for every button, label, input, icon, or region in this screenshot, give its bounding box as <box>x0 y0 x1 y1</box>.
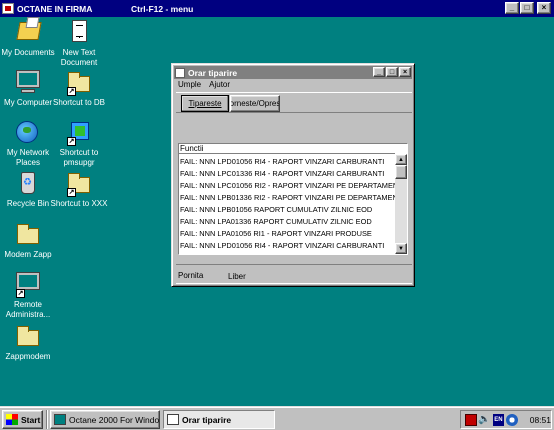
desktop-icon-label: My Network Places <box>6 148 50 167</box>
desktop-icon-new-text-document[interactable]: New Text Document <box>49 20 109 68</box>
list-item[interactable]: FAIL: NNN LPA01336 RAPORT CUMULATIV ZILN… <box>179 216 395 227</box>
orar-tiparire-window: Orar tiparire _ □ × Umple Ajutor Tipares… <box>171 63 415 287</box>
taskbar-button-orar-tiparire[interactable]: Orar tiparire <box>163 410 275 429</box>
desktop-icon-label: Shortcut to pmsupgr <box>59 148 99 167</box>
taskbar-button-label: Octane 2000 For Window... <box>69 414 160 425</box>
status-state: Pornita <box>178 271 204 280</box>
outer-window-titlebar: OCTANE IN FIRMA Ctrl-F12 - menu _ □ × <box>0 0 554 17</box>
dialog-maximize-button[interactable]: □ <box>386 67 398 77</box>
desktop-icon-label: Remote Administra... <box>5 300 51 319</box>
print-button[interactable]: Tipareste <box>181 95 229 112</box>
taskbar-button-octane[interactable]: Octane 2000 For Window... <box>50 410 160 429</box>
language-indicator[interactable]: EN <box>492 413 505 426</box>
list-column-header: Functii <box>179 144 395 154</box>
desktop-icon-zappmodem[interactable]: Zappmodem <box>0 324 58 362</box>
desktop-icon-label: Recycle Bin <box>6 199 50 208</box>
shortcut-arrow-icon: ↗ <box>67 137 76 146</box>
menu-ajutor[interactable]: Ajutor <box>209 80 230 91</box>
folder-icon <box>17 326 39 346</box>
start-button-label: Start <box>21 414 41 425</box>
taskbar-button-label: Orar tiparire <box>182 414 232 425</box>
desktop-icon-label: Shortcut to DB <box>52 98 106 107</box>
menu-shortcut-hint: Ctrl-F12 - menu <box>131 3 194 14</box>
list-item[interactable]: FAIL: NNN LPC01336 RI4 - RAPORT VINZARI … <box>179 168 395 179</box>
desktop-icon-remote-administration[interactable]: ↗ Remote Administra... <box>0 272 58 320</box>
scroll-up-arrow-icon[interactable]: ▲ <box>395 154 407 165</box>
desktop-icon-shortcut-to-xxx[interactable]: ↗ Shortcut to XXX <box>49 171 109 209</box>
dialog-menubar: Umple Ajutor <box>176 80 230 91</box>
dialog-close-button[interactable]: × <box>399 67 411 77</box>
list-item[interactable]: FAIL: NNN LPC01056 RI2 - RAPORT VINZARI … <box>179 180 395 191</box>
dialog-title: Orar tiparire <box>188 67 238 78</box>
list-item[interactable]: FAIL: NNN LPA01056 RI1 - RAPORT VINZARI … <box>179 228 395 239</box>
outer-window-title: OCTANE IN FIRMA <box>17 3 93 14</box>
desktop-icon-shortcut-to-pmsupgr[interactable]: ↗ Shortcut to pmsupgr <box>49 120 109 168</box>
tray-app-icon[interactable] <box>465 413 477 426</box>
recycle-bin-icon <box>21 172 35 194</box>
octane-app-icon <box>2 3 14 14</box>
desktop-icon-label: Shortcut to XXX <box>50 199 108 208</box>
scroll-down-arrow-icon[interactable]: ▼ <box>395 243 407 254</box>
octane-app-icon <box>54 414 66 425</box>
outer-maximize-button[interactable]: □ <box>520 2 534 14</box>
text-document-icon <box>72 20 87 42</box>
print-button-label: Tipareste <box>188 99 222 108</box>
outer-minimize-button[interactable]: _ <box>505 2 519 14</box>
remote-admin-icon <box>16 272 40 290</box>
menu-umple[interactable]: Umple <box>178 80 201 91</box>
computer-icon <box>16 70 40 88</box>
dialog-app-icon <box>175 67 185 78</box>
volume-icon[interactable]: 🔈 <box>478 414 490 426</box>
list-item[interactable]: FAIL: NNN LPB01336 RI2 - RAPORT VINZARI … <box>179 192 395 203</box>
folder-icon <box>17 224 39 244</box>
desktop-icon-label: New Text Document <box>60 48 98 67</box>
dialog-status-bar: Pornita Liber <box>176 264 412 284</box>
shortcut-arrow-icon: ↗ <box>67 87 76 96</box>
start-stop-button-label: orneste/Opres <box>230 99 280 108</box>
list-scrollbar[interactable]: ▲ ▼ <box>395 154 407 254</box>
network-status-icon[interactable] <box>506 413 518 426</box>
my-documents-folder-icon <box>16 22 42 40</box>
tray-clock[interactable]: 08:51 <box>530 415 551 425</box>
taskbar-divider <box>46 410 48 429</box>
system-tray: 🔈 EN 08:51 <box>460 410 552 429</box>
start-button[interactable]: Start <box>2 410 43 429</box>
list-item[interactable]: FAIL: NNN LPD01056 RI4 - RAPORT VINZARI … <box>179 156 395 167</box>
outer-close-button[interactable]: × <box>537 2 551 14</box>
orar-app-icon <box>167 414 179 425</box>
desktop-icon-label: My Computer <box>3 98 52 107</box>
scrollbar-thumb[interactable] <box>395 165 407 179</box>
desktop-icon-label: My Documents <box>1 48 55 57</box>
desktop-icon-label: Modem Zapp <box>4 250 52 259</box>
shortcut-arrow-icon: ↗ <box>16 289 25 298</box>
functions-list[interactable]: Functii FAIL: NNN LPD01056 RI4 - RAPORT … <box>178 143 408 255</box>
dialog-minimize-button[interactable]: _ <box>373 67 385 77</box>
status-activity: Liber <box>228 272 246 281</box>
desktop-icon-modem-zapp[interactable]: Modem Zapp <box>0 222 58 260</box>
list-item[interactable]: FAIL: NNN LPD01056 RI4 - RAPORT VINZARI … <box>179 240 395 251</box>
windows-logo-icon <box>6 414 18 425</box>
desktop-icon-label: Zappmodem <box>5 352 51 361</box>
desktop-icon-shortcut-to-db[interactable]: ↗ Shortcut to DB <box>49 70 109 108</box>
list-item[interactable]: FAIL: NNN LPB01056 RAPORT CUMULATIV ZILN… <box>179 204 395 215</box>
network-globe-icon <box>16 121 38 143</box>
shortcut-arrow-icon: ↗ <box>67 188 76 197</box>
dialog-toolbar: Tipareste orneste/Opres <box>176 92 412 113</box>
start-stop-button[interactable]: orneste/Opres <box>230 95 280 112</box>
taskbar: Start Octane 2000 For Window... Orar tip… <box>0 406 554 430</box>
dialog-titlebar[interactable]: Orar tiparire _ □ × <box>174 66 412 79</box>
